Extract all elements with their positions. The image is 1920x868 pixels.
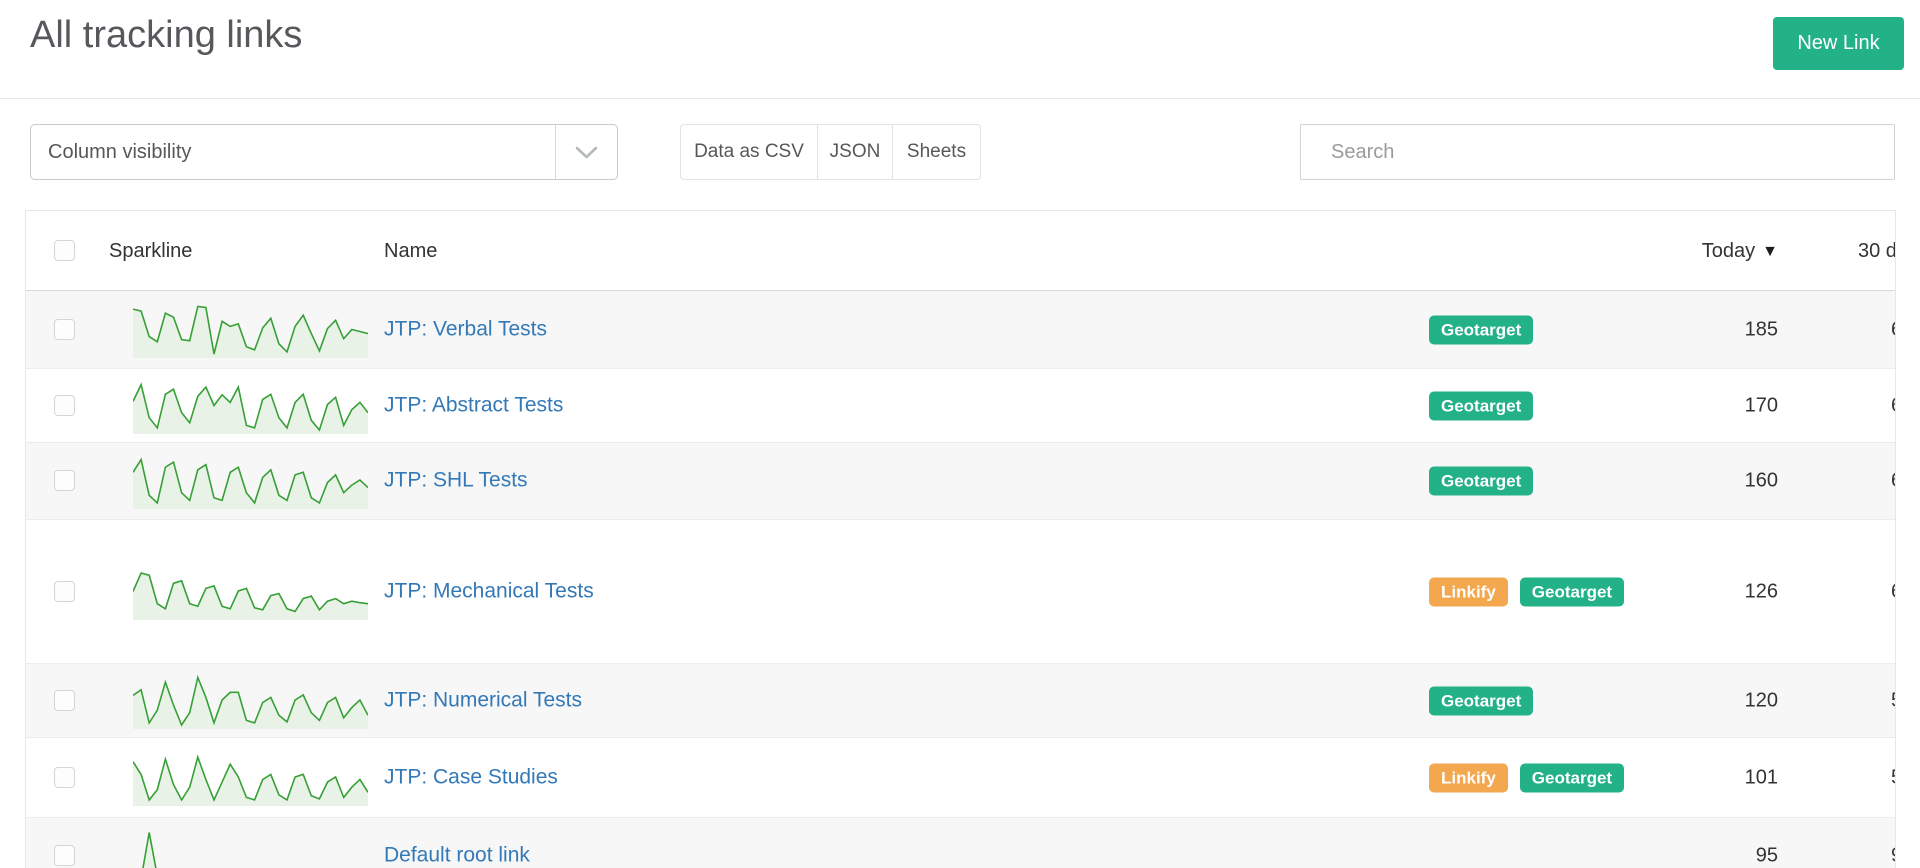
table-body: JTP: Verbal Tests Geotarget 185 6 JTP: A… (26, 291, 1895, 868)
table-header-row: Sparkline Name Today ▼ 30 days (26, 211, 1895, 291)
export-csv-button[interactable]: Data as CSV (680, 124, 818, 180)
today-count: 185 (1578, 318, 1778, 341)
row-checkbox[interactable] (54, 319, 75, 340)
30day-count-clipped: 6 (1891, 394, 1896, 417)
tracking-link-name[interactable]: JTP: Case Studies (384, 765, 558, 789)
table-row: Default root link 95 9 (26, 818, 1895, 868)
today-count: 101 (1578, 766, 1778, 789)
column-header-today[interactable]: Today ▼ (1578, 211, 1778, 293)
page-title: All tracking links (30, 14, 302, 57)
row-checkbox[interactable] (54, 395, 75, 416)
new-link-button[interactable]: New Link (1773, 17, 1904, 70)
table-row: JTP: Case Studies LinkifyGeotarget 101 5 (26, 738, 1895, 818)
badge-list: Geotarget (1429, 315, 1545, 344)
30day-count-clipped: 5 (1891, 766, 1896, 789)
30day-count-clipped: 5 (1891, 689, 1896, 712)
badge-linkify: Linkify (1429, 577, 1508, 606)
30day-count-clipped: 6 (1891, 470, 1896, 493)
30day-count-clipped: 6 (1891, 318, 1896, 341)
sparkline-chart (133, 564, 368, 620)
tracking-link-name[interactable]: JTP: SHL Tests (384, 469, 528, 493)
today-count: 95 (1578, 844, 1778, 867)
tracking-link-name[interactable]: JTP: Mechanical Tests (384, 579, 594, 603)
row-checkbox[interactable] (54, 845, 75, 866)
30day-count-clipped: 9 (1891, 844, 1896, 867)
table-row: JTP: Verbal Tests Geotarget 185 6 (26, 291, 1895, 369)
today-count: 120 (1578, 689, 1778, 712)
today-count: 170 (1578, 394, 1778, 417)
sort-desc-icon: ▼ (1762, 212, 1778, 292)
sparkline-chart (133, 750, 368, 806)
header-divider (0, 98, 1920, 99)
tracking-link-name[interactable]: JTP: Abstract Tests (384, 393, 563, 417)
links-table: Sparkline Name Today ▼ 30 days JTP: Verba… (25, 210, 1896, 868)
column-visibility-dropdown[interactable]: Column visibility (30, 124, 618, 180)
export-sheets-button[interactable]: Sheets (892, 124, 981, 180)
tracking-link-name[interactable]: JTP: Numerical Tests (384, 688, 582, 712)
tracking-link-name[interactable]: Default root link (384, 843, 530, 867)
badge-geotarget: Geotarget (1429, 391, 1533, 420)
row-checkbox[interactable] (54, 690, 75, 711)
badge-linkify: Linkify (1429, 763, 1508, 792)
column-header-30days[interactable]: 30 days (1858, 211, 1896, 291)
badge-list: Geotarget (1429, 686, 1545, 715)
column-visibility-label: Column visibility (48, 125, 191, 179)
column-header-today-label: Today (1702, 240, 1755, 262)
badge-geotarget: Geotarget (1429, 686, 1533, 715)
table-row: JTP: SHL Tests Geotarget 160 6 (26, 443, 1895, 520)
badge-geotarget: Geotarget (1429, 467, 1533, 496)
sparkline-chart (133, 302, 368, 358)
export-json-button[interactable]: JSON (817, 124, 893, 180)
badge-geotarget: Geotarget (1429, 315, 1533, 344)
sparkline-chart (133, 673, 368, 729)
sparkline-chart (133, 828, 368, 868)
badge-list: Geotarget (1429, 467, 1545, 496)
row-checkbox[interactable] (54, 581, 75, 602)
tracking-link-name[interactable]: JTP: Verbal Tests (384, 317, 547, 341)
today-count: 126 (1578, 580, 1778, 603)
search-input[interactable] (1300, 124, 1895, 180)
badge-list: Geotarget (1429, 391, 1545, 420)
30day-count-clipped: 6 (1891, 580, 1896, 603)
column-header-name[interactable]: Name (384, 211, 437, 291)
sparkline-chart (133, 453, 368, 509)
chevron-down-icon (555, 125, 617, 179)
today-count: 160 (1578, 470, 1778, 493)
column-header-sparkline: Sparkline (109, 211, 192, 291)
row-checkbox[interactable] (54, 767, 75, 788)
row-checkbox[interactable] (54, 470, 75, 491)
table-row: JTP: Abstract Tests Geotarget 170 6 (26, 369, 1895, 443)
sparkline-chart (133, 378, 368, 434)
table-row: JTP: Mechanical Tests LinkifyGeotarget 1… (26, 520, 1895, 664)
select-all-checkbox[interactable] (54, 240, 75, 261)
table-row: JTP: Numerical Tests Geotarget 120 5 (26, 664, 1895, 738)
export-button-group: Data as CSV JSON Sheets (680, 124, 981, 180)
